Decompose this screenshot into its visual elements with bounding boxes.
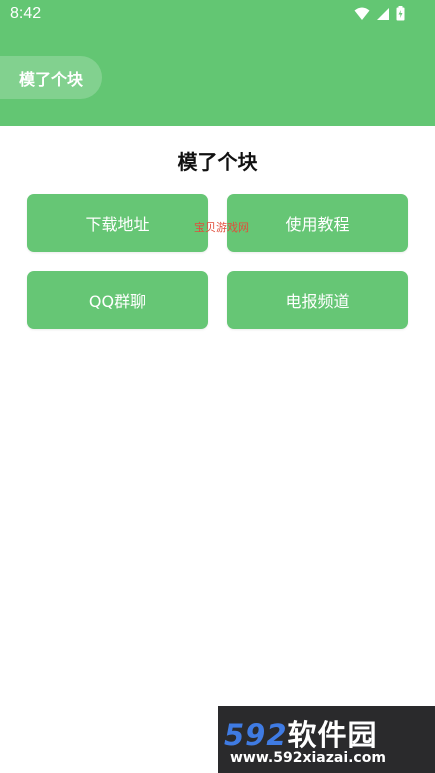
app-title: 模了个块 [18,69,83,89]
page-title: 模了个块 [177,150,258,174]
app-title-pill[interactable]: 模了个块 [0,56,102,99]
status-time: 8:42 [10,5,42,22]
site-watermark-text: 宝贝游戏网 [194,221,249,234]
qq-group-button[interactable]: QQ群聊 [27,271,208,329]
signal-icon [377,7,389,20]
watermark-logo: 592软件园 www.592xiazai.com [218,706,435,773]
qq-group-button-label: QQ群聊 [88,292,147,311]
status-bar: 8:42 [0,0,435,30]
app-screen: 8:42 模了个块 模了个块 下载地址 使用教程 QQ群聊 电报频道 宝贝游戏网… [0,0,435,773]
download-link-button[interactable]: 下载地址 [27,194,208,252]
wifi-icon [354,7,370,20]
tutorial-button-label: 使用教程 [285,215,350,234]
telegram-channel-button[interactable]: 电报频道 [227,271,408,329]
battery-charging-icon [396,6,405,21]
tutorial-button[interactable]: 使用教程 [227,194,408,252]
status-icons [354,6,405,21]
watermark-url: www.592xiazai.com [230,750,386,766]
telegram-channel-button-label: 电报频道 [285,292,350,311]
watermark-logo-text: 592软件园 [224,712,378,754]
watermark-number: 592 [224,718,288,752]
header-bar: 8:42 模了个块 [0,0,435,126]
watermark-name: 软件园 [287,718,378,752]
download-link-button-label: 下载地址 [85,215,150,234]
